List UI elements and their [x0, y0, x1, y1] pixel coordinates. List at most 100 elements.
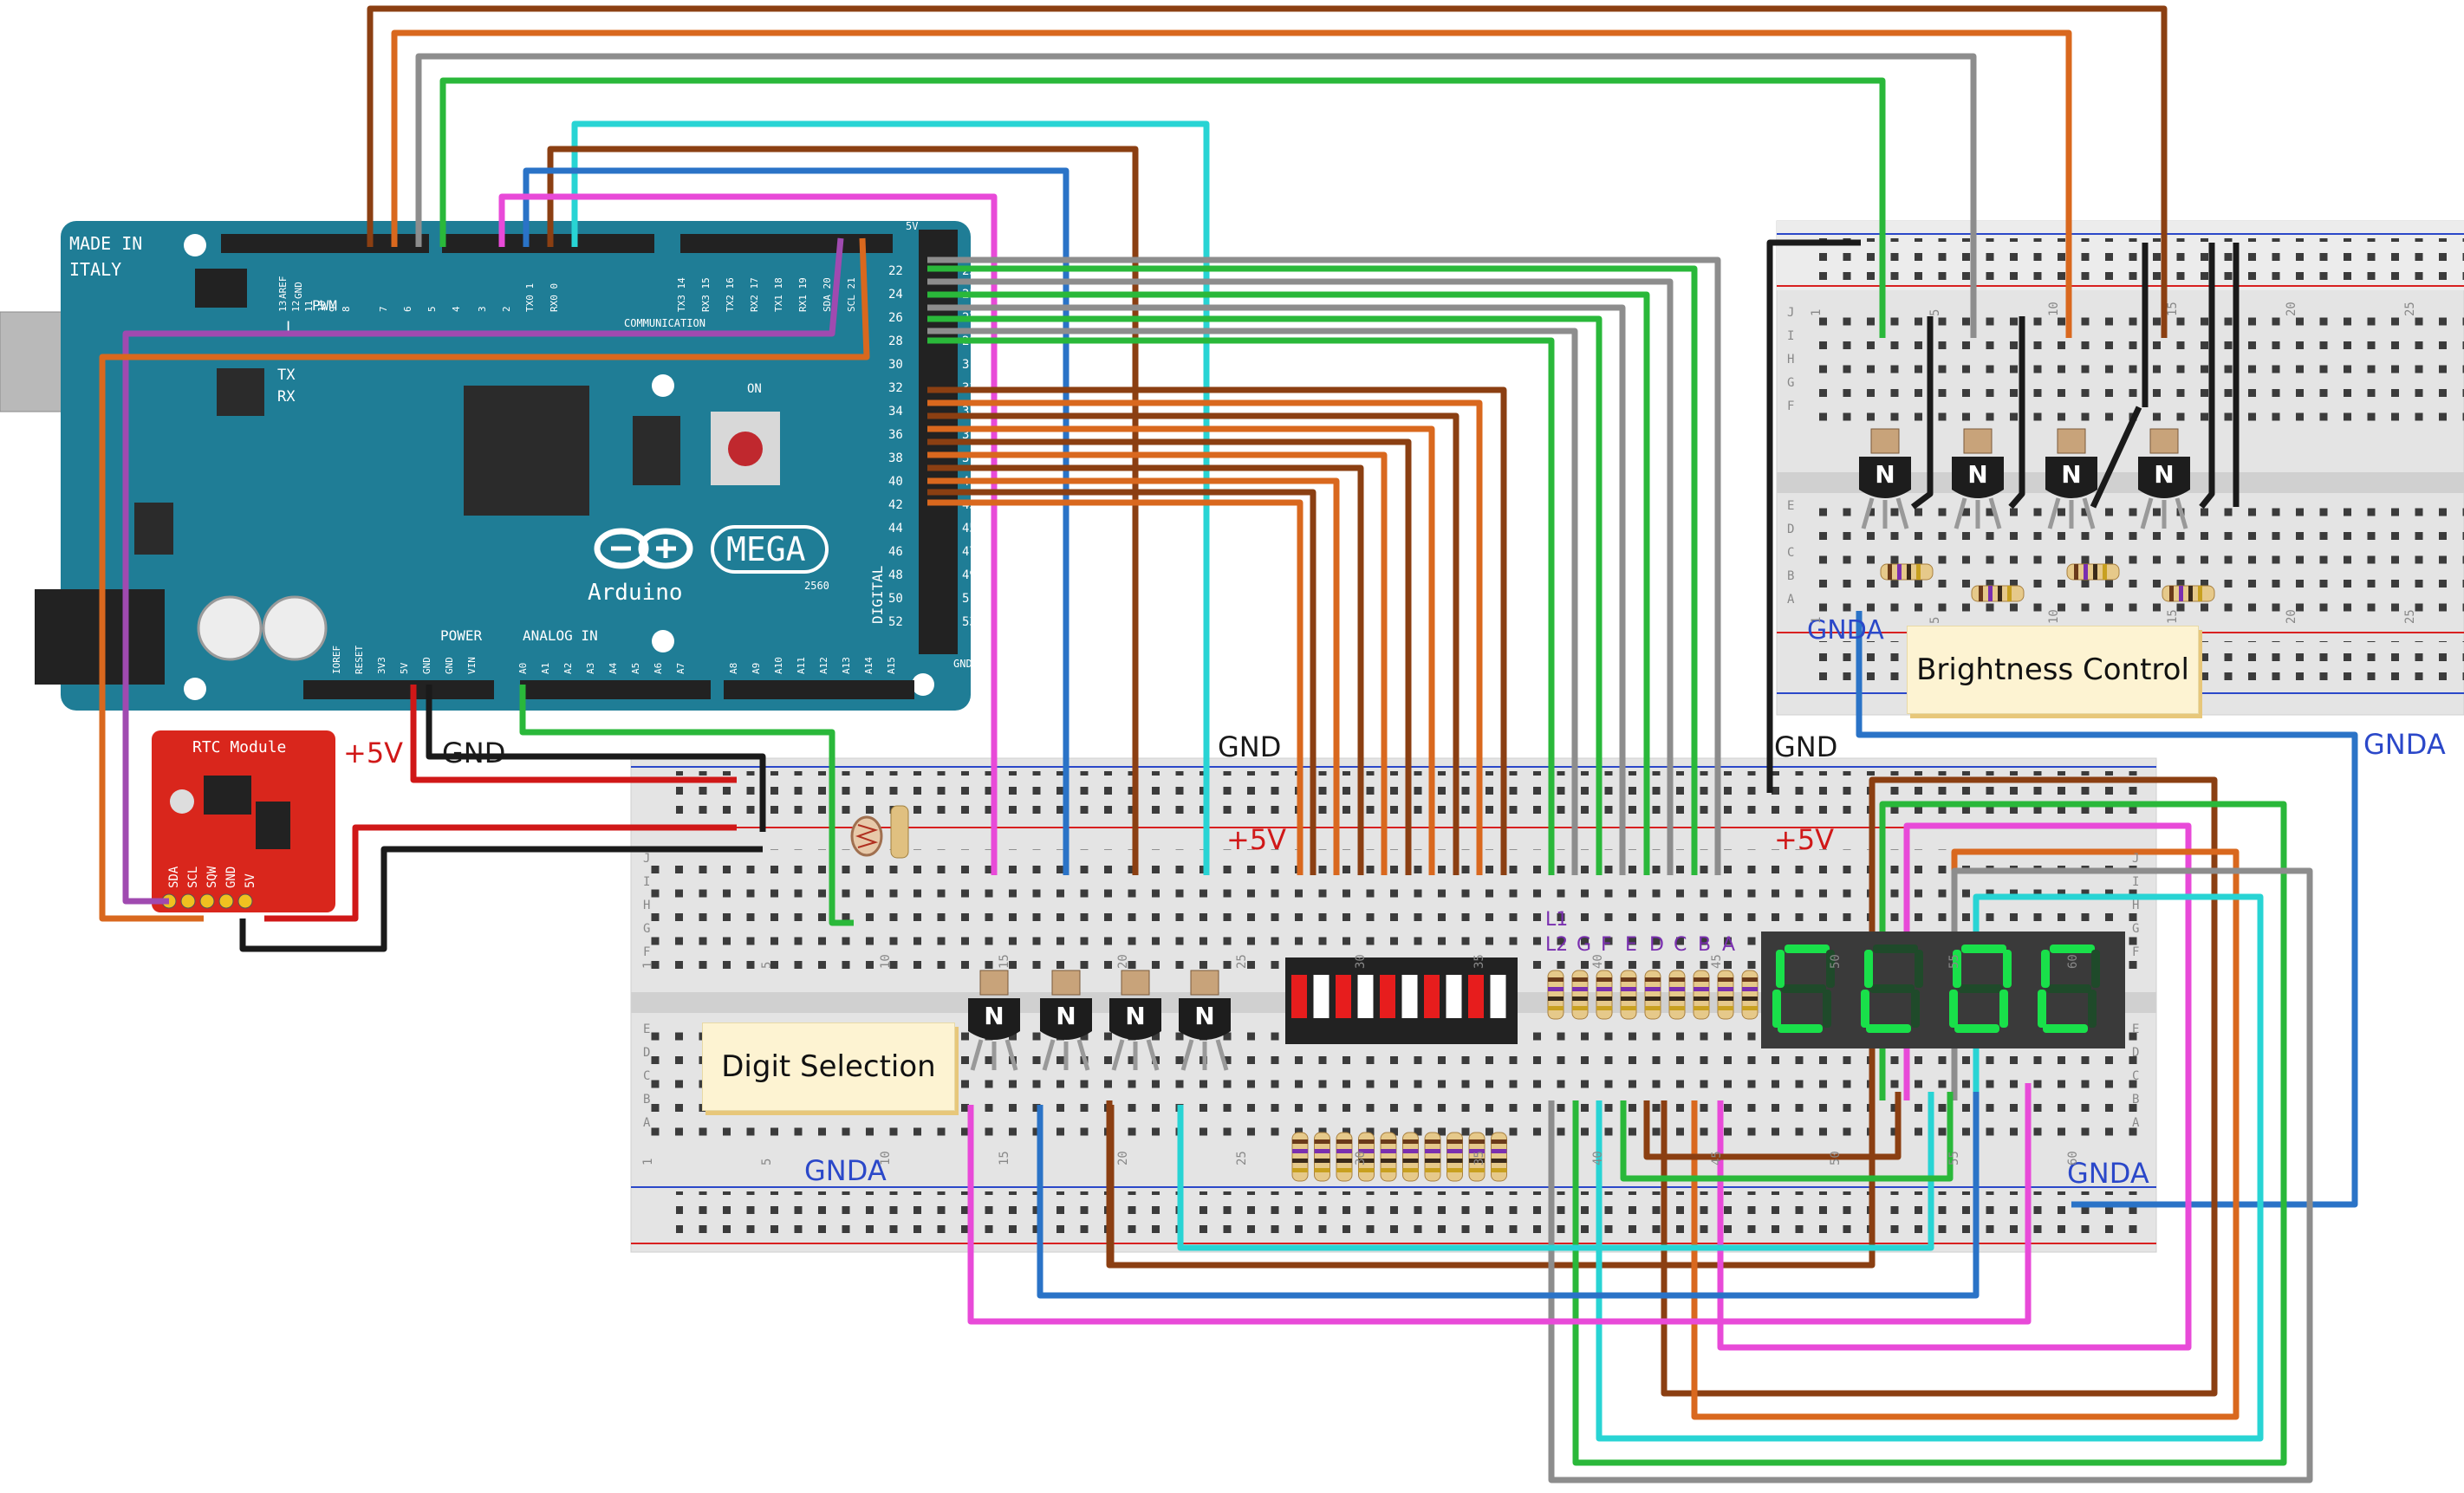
pin-label: 10: [316, 301, 328, 312]
row-letter: E: [1787, 499, 1794, 513]
rtc-pin-label: 5V: [244, 873, 257, 888]
model-text: 2560: [804, 580, 829, 592]
row-letter: H: [1787, 353, 1794, 367]
communication-label: COMMUNICATION: [624, 317, 705, 329]
resistor: [1336, 1132, 1353, 1182]
analog-pin-label: A9: [751, 663, 762, 674]
pin-label: 4: [451, 306, 462, 312]
pin-label: RX2 17: [749, 277, 760, 312]
led-bar-segment: [1336, 975, 1351, 1018]
resistor: [1971, 585, 2025, 602]
col-number: 45: [1710, 1151, 1724, 1165]
analog-pin-label: A14: [863, 657, 874, 674]
segment-a: [2050, 944, 2095, 953]
led-bar-segment: [1313, 975, 1330, 1018]
segment-resistors: [1547, 970, 1759, 1020]
pin-label: 2: [501, 306, 512, 312]
col-number: 40: [1591, 1151, 1605, 1165]
note-brightness-control: Brightness Control: [1907, 626, 2199, 714]
rtc-pin-label: SQW: [205, 866, 219, 888]
led-bar-segment: [1291, 975, 1307, 1018]
transistor-type-label: N: [1194, 1002, 1214, 1030]
digital-pin-label: 36: [888, 428, 903, 442]
segment-g: [1958, 984, 2003, 993]
col-number: 5: [760, 1159, 774, 1165]
pin-label: RX3 15: [700, 277, 712, 312]
pin-label: 7: [378, 306, 389, 312]
analog-pin-label: A7: [675, 663, 686, 674]
pin-label: 11: [303, 301, 315, 312]
segment-b: [2003, 950, 2012, 988]
segment-b: [2091, 950, 2100, 988]
row-letter: C: [1787, 546, 1794, 560]
analog-pin-label: A5: [630, 663, 641, 674]
made-in-text: MADE IN: [69, 233, 142, 254]
resistor: [1717, 970, 1734, 1020]
row-letter: A: [1787, 593, 1795, 607]
pin-label: 6: [402, 306, 413, 312]
row-letter: B: [643, 1093, 650, 1107]
transistor-type-label: N: [984, 1002, 1004, 1030]
row-letter: I: [2132, 875, 2139, 889]
row-letter: D: [643, 1046, 650, 1060]
resistor: [1447, 1132, 1463, 1182]
pin-label: TX3 14: [676, 277, 687, 312]
segment-f: [2041, 950, 2050, 988]
power-pin-label: VIN: [466, 657, 478, 674]
resistor: [1644, 970, 1661, 1020]
segment-e: [2038, 990, 2046, 1028]
row-letter: J: [1787, 306, 1794, 320]
row-letter: G: [2132, 922, 2139, 936]
label-gnd-rtc: GND: [442, 737, 505, 769]
col-number: 50: [1829, 954, 1843, 969]
digital-pin-label: 32: [888, 381, 903, 395]
digital-pin-label: 53: [962, 615, 977, 629]
digital-pin-label: 52: [888, 615, 903, 629]
led-bar-segment: [1446, 975, 1462, 1018]
segment-c: [1911, 990, 1920, 1028]
capacitor: [197, 595, 263, 661]
analog-in-label: ANALOG IN: [523, 627, 598, 644]
power-pin-label: 3V3: [376, 657, 387, 674]
digital-pin-label: 50: [888, 592, 903, 606]
reset-button[interactable]: [728, 432, 763, 466]
row-letter: H: [2132, 899, 2139, 912]
pin-label: TX0 1: [524, 283, 536, 312]
pin-label: SCL 21: [846, 277, 857, 312]
row-letter: F: [643, 945, 650, 959]
row-letter: I: [643, 875, 650, 889]
analog-pin-label: A10: [773, 657, 784, 674]
power-pin-label: RESET: [354, 646, 365, 674]
analog-pin-label: A6: [653, 663, 664, 674]
segment-label: B: [1698, 934, 1711, 956]
power-pin-label: GND: [421, 657, 432, 674]
col-number: 10: [2047, 609, 2061, 624]
pin-label: 8: [341, 306, 352, 312]
analog-pin-label: A4: [608, 662, 619, 674]
resistor: [1380, 1132, 1397, 1182]
pin-label-gnd: GND: [293, 282, 304, 299]
circuit-diagram: MADE IN ITALY PWM L TX RX ON MEGA Arduin…: [0, 5, 2464, 1483]
digital-pin-label: 42: [888, 498, 903, 512]
segment-c: [1999, 990, 2008, 1028]
segment-a: [1961, 944, 2006, 953]
col-number: 20: [1116, 1151, 1130, 1165]
row-letter: C: [2132, 1069, 2139, 1083]
col-number: 10: [879, 954, 893, 969]
segment-c: [2088, 990, 2097, 1028]
digital-pin-label: 47: [962, 545, 977, 559]
power-header-label: POWER: [440, 627, 483, 644]
resistor: [1491, 1132, 1507, 1182]
row-letter: I: [1787, 329, 1794, 343]
analog-pin-label: A3: [585, 663, 596, 674]
segment-g: [1781, 984, 1826, 993]
pin-label: RX1 19: [797, 277, 809, 312]
arduino-brand-text: Arduino: [588, 580, 683, 606]
digital-pin-label: 44: [888, 522, 903, 536]
digital-pin-label: 49: [962, 568, 977, 582]
capacitor: [262, 595, 328, 661]
transistor-type-label: N: [2061, 460, 2081, 489]
led-bar-segment: [1424, 975, 1440, 1018]
col-number: 5: [1928, 617, 1942, 624]
segment-f: [1864, 950, 1873, 988]
